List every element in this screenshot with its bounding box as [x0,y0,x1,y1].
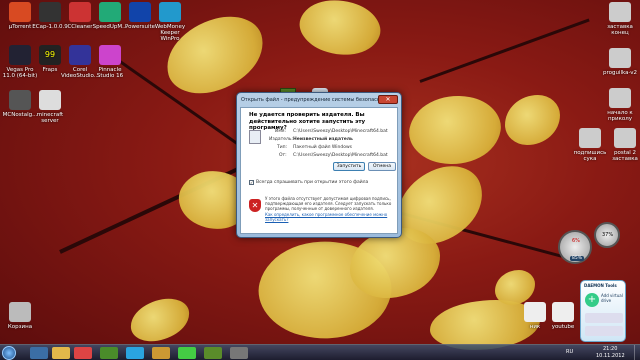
mcnostalgia-icon [9,90,31,110]
photoshop-icon[interactable] [152,347,170,359]
ie-icon[interactable] [30,347,48,359]
desktop-icon[interactable]: postal 2 заставка [605,128,640,162]
language-indicator[interactable]: RU [566,349,573,355]
branch [419,18,590,83]
skype-icon[interactable] [126,347,144,359]
cpu-meter-gadget[interactable]: 6% 37% 85% [558,222,624,268]
help-link[interactable]: Как определить, какое программное обеспе… [265,212,393,222]
fraps-icon: 99 [39,45,61,65]
leaf [126,295,194,345]
checkbox-label: Всегда спрашивать при открытии этого фай… [256,180,369,185]
speedup-icon [99,2,121,22]
warning-shield-icon: ✕ [249,199,261,212]
from-label: От: [279,153,287,158]
type-value: Пакетный файл Windows [293,145,353,150]
warning-text: У этого файла отсутствует допустимая циф… [265,196,392,211]
desktop-icon[interactable]: minecraft server [30,90,70,124]
corel-icon [69,45,91,65]
explorer-icon[interactable] [52,347,70,359]
desktop-icon[interactable]: proguilka-v2 [600,48,640,76]
vegas-icon [9,45,31,65]
app-taskbar-icon[interactable] [230,347,248,359]
desktop-icon[interactable]: подпишись сука [570,128,610,162]
dialog-title: Открыть файл - предупреждение системы бе… [241,96,393,103]
run-button[interactable]: Запустить [333,162,365,171]
utorrent-icon [9,2,31,22]
desktop-icon[interactable]: Pinnacle Studio 16 [90,45,130,79]
drive-slot [585,326,623,336]
video-file-icon [614,128,636,148]
clock-time[interactable]: 21:20 [603,346,617,352]
cancel-button[interactable]: Отмена [368,162,396,171]
clock-date[interactable]: 10.11.2012 [596,353,625,359]
publisher-value: Неизвестный издатель [293,137,353,142]
desktop-icon[interactable]: заставка конец [600,2,640,36]
leaf [505,95,560,145]
publisher-label: Издатель: [269,137,294,142]
name-value: C:\Users\Sweezy\Desktop\Minecraft64.bat [293,129,388,134]
desktop-icon[interactable]: начало к приколу [600,88,640,122]
drive-slot [585,313,623,323]
desktop-icon[interactable]: WebMoney Keeper WinPro [150,2,190,42]
dialog-body: Не удается проверить издателя. Вы действ… [240,107,398,234]
video-file-icon [609,48,631,68]
add-drive-icon: + [585,293,599,307]
leaf [404,87,506,173]
webmoney-icon [159,2,181,22]
ccleaner-icon [69,2,91,22]
show-desktop-button[interactable] [634,345,640,360]
file-icon [39,90,61,110]
camera-icon [39,2,61,22]
start-button[interactable] [2,346,16,360]
leaf [293,0,387,68]
recycle-bin-icon [9,302,31,322]
batch-file-icon [249,130,261,144]
desktop-icon[interactable]: youtube [543,302,583,330]
security-warning-dialog: Открыть файл - предупреждение системы бе… [236,92,402,238]
desktop-icon[interactable]: Корзина [0,302,40,330]
video-file-icon [609,88,631,108]
name-label: Имя: [275,129,286,134]
pinnacle-icon [99,45,121,65]
utorrent-taskbar-icon[interactable] [100,347,118,359]
file-icon [552,302,574,322]
chrome-icon[interactable] [178,347,196,359]
video-file-icon [579,128,601,148]
taskbar: RU 21:20 10.11.2012 [0,344,640,360]
powersuite-icon [129,2,151,22]
leaf [495,270,535,305]
leaf [350,228,440,298]
from-value: C:\Users\Sweezy\Desktop\Minecraft64.bat [293,153,388,158]
daemon-tools-gadget[interactable]: DAEMON Tools + Add virtual drive [580,280,626,342]
always-ask-checkbox[interactable]: ✓ [249,180,254,185]
minecraft-taskbar-icon[interactable] [204,347,222,359]
close-button[interactable]: ✕ [378,95,398,104]
media-player-icon[interactable] [74,347,92,359]
type-label: Тип: [277,145,288,150]
video-file-icon [609,2,631,22]
